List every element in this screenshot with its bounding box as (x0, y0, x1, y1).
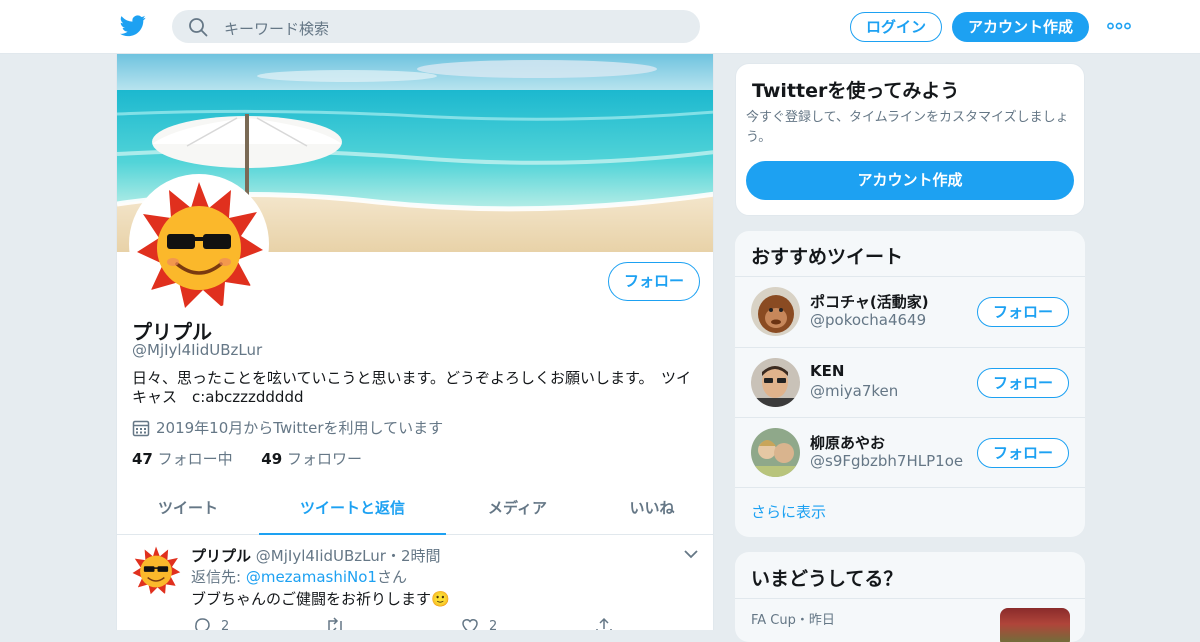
followers-label: フォロワー (286, 450, 362, 468)
reply-suffix: さん (376, 568, 407, 586)
suggestion-item[interactable]: 柳原あやお @s9Fgbzbh7HLP1oe フォロー (735, 418, 1085, 488)
trends-title: いまどうしてる？ (751, 568, 903, 590)
profile-column: フォロー プリプル @MjIyl4IidUBzLur 日々、思ったことを呟いてい… (116, 54, 714, 630)
tweet-author-handle[interactable]: @MjIyl4IidUBzLur (256, 547, 386, 565)
tweet-dot: ・ (385, 547, 401, 565)
suggestion-avatar[interactable] (751, 358, 800, 407)
show-more-link[interactable]: さらに表示 (751, 501, 826, 522)
suggestion-item[interactable]: KEN @miya7ken フォロー (735, 348, 1085, 418)
suggestion-follow-button[interactable]: フォロー (977, 297, 1069, 327)
reply-to-link[interactable]: @mezamashiNo1 (246, 568, 377, 586)
suggestions-title: おすすめツイート (751, 246, 904, 268)
suggestion-handle[interactable]: @pokocha4649 (810, 311, 926, 329)
suggestion-avatar[interactable] (751, 428, 800, 477)
tab-likes[interactable]: いいね (589, 482, 713, 535)
suggestion-follow-button[interactable]: フォロー (977, 438, 1069, 468)
tweet-time[interactable]: 2時間 (401, 547, 441, 565)
search-icon (189, 18, 208, 37)
profile-bio: 日々、思ったことを呟いていこうと思います。どうぞよろしくお願いします。 ツイキャ… (132, 369, 692, 406)
suggestion-follow-button[interactable]: フォロー (977, 368, 1069, 398)
signup-button[interactable]: アカウント作成 (952, 12, 1089, 42)
more-options-icon[interactable] (1107, 21, 1131, 31)
suggestion-handle[interactable]: @miya7ken (810, 382, 898, 400)
profile-tabs: ツイート ツイートと返信 メディア いいね (117, 482, 713, 535)
sun-avatar-image (137, 182, 263, 308)
signup-card-button[interactable]: アカウント作成 (746, 161, 1074, 200)
calendar-icon (132, 420, 150, 436)
tweet-text: ブブちゃんのご健闘をお祈りします🙂 (191, 590, 450, 608)
search-input[interactable]: キーワード検索 (224, 18, 329, 39)
tweet-header: プリプル @MjIyl4IidUBzLur・2時間 (191, 545, 441, 566)
follow-button[interactable]: フォロー (608, 262, 700, 301)
divider (735, 487, 1085, 488)
suggestion-handle[interactable]: @s9Fgbzbh7HLP1oe (810, 452, 963, 470)
heart-icon (462, 619, 478, 630)
tab-media[interactable]: メディア (446, 482, 589, 535)
sun-avatar-small (132, 546, 181, 595)
profile-avatar[interactable] (129, 174, 269, 314)
tweet-reply-context: 返信先: @mezamashiNo1さん (191, 566, 407, 587)
tweet-item[interactable]: プリプル @MjIyl4IidUBzLur・2時間 返信先: @mezamash… (117, 535, 713, 630)
reply-icon (195, 618, 210, 630)
tweet-actions: 2 2 (191, 617, 621, 630)
chevron-down-icon[interactable] (683, 549, 699, 559)
group-avatar-image (751, 428, 800, 477)
retweet-icon (328, 617, 342, 630)
signup-card-title: Twitterを使ってみよう (752, 80, 960, 102)
like-count: 2 (489, 618, 498, 631)
orangutan-avatar-image (751, 287, 800, 336)
suggestion-name[interactable]: 柳原あやお (810, 432, 885, 453)
tab-tweets-and-replies[interactable]: ツイートと返信 (259, 482, 446, 535)
following-stat[interactable]: 47 フォロー中 (132, 450, 233, 468)
like-action[interactable]: 2 (461, 617, 497, 630)
person-avatar-image (751, 358, 800, 407)
profile-stats: 47 フォロー中 49 フォロワー (132, 448, 362, 469)
suggestions-card: おすすめツイート ポコチャ(活動家) @pokocha4649 フォロー KEN… (735, 231, 1085, 537)
twitter-bird-icon[interactable] (120, 14, 146, 38)
tweet-author-name[interactable]: プリプル (191, 547, 251, 565)
suggestion-item[interactable]: ポコチャ(活動家) @pokocha4649 フォロー (735, 277, 1085, 347)
login-button[interactable]: ログイン (850, 12, 942, 42)
share-icon (596, 617, 612, 630)
followers-count: 49 (261, 450, 283, 468)
join-date-text: 2019年10月からTwitterを利用しています (156, 419, 444, 437)
share-action[interactable] (595, 617, 623, 630)
suggestion-avatar[interactable] (751, 287, 800, 336)
trends-card: いまどうしてる？ FA Cup・昨日 (735, 552, 1085, 642)
following-label: フォロー中 (157, 450, 233, 468)
profile-handle: @MjIyl4IidUBzLur (132, 341, 263, 359)
tweet-author-avatar[interactable] (131, 545, 181, 595)
followers-stat[interactable]: 49 フォロワー (261, 450, 362, 468)
reply-count: 2 (221, 618, 230, 631)
profile-join-date: 2019年10月からTwitterを利用しています (132, 417, 443, 438)
suggestion-name[interactable]: ポコチャ(活動家) (810, 291, 929, 312)
signup-card-description: 今すぐ登録して、タイムラインをカスタマイズしましょう。 (746, 110, 1069, 145)
trend-meta[interactable]: FA Cup・昨日 (751, 609, 835, 628)
top-bar: キーワード検索 ログイン アカウント作成 (0, 0, 1200, 54)
suggestion-name[interactable]: KEN (810, 362, 844, 380)
retweet-action[interactable] (325, 617, 355, 630)
search-box[interactable]: キーワード検索 (172, 10, 700, 43)
reply-prefix: 返信先: (191, 568, 246, 586)
signup-card: Twitterを使ってみよう 今すぐ登録して、タイムラインをカスタマイズしましょ… (735, 63, 1085, 216)
tab-tweets[interactable]: ツイート (117, 482, 259, 535)
reply-action[interactable]: 2 (193, 617, 229, 630)
following-count: 47 (132, 450, 153, 468)
trend-thumbnail-image[interactable] (1000, 608, 1070, 642)
divider (735, 598, 1085, 599)
